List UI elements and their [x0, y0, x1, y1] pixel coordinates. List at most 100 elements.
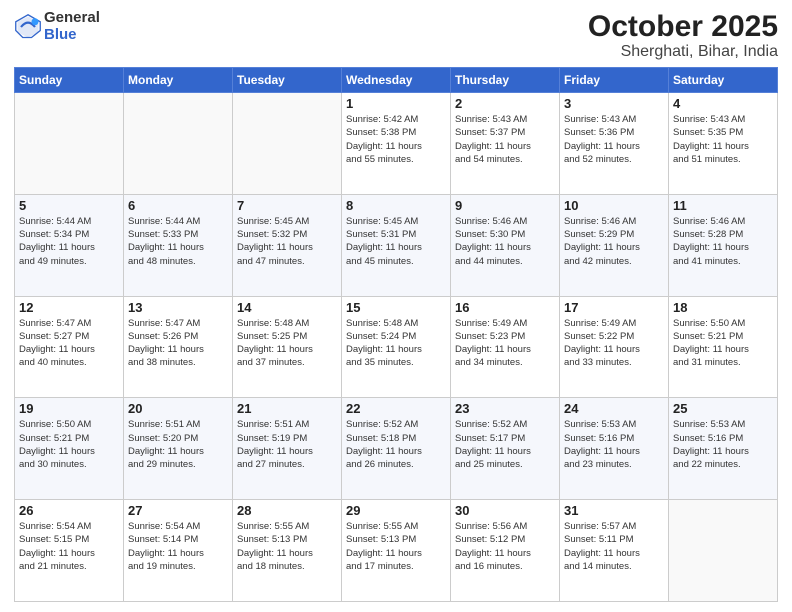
calendar-cell: 11 Sunrise: 5:46 AM Sunset: 5:28 PM Dayli…	[669, 194, 778, 296]
cell-day-number: 10	[564, 198, 664, 213]
cell-info: Sunrise: 5:44 AM Sunset: 5:34 PM Dayligh…	[19, 215, 119, 268]
day-of-week-sunday: Sunday	[15, 68, 124, 93]
cell-day-number: 22	[346, 401, 446, 416]
cell-day-number: 25	[673, 401, 773, 416]
calendar-cell: 10Sunrise: 5:46 AM Sunset: 5:29 PM Dayli…	[560, 194, 669, 296]
calendar-cell: 15 Sunrise: 5:48 AM Sunset: 5:24 PM Dayli…	[342, 296, 451, 398]
cell-day-number: 1	[346, 96, 446, 111]
logo-text: General Blue	[44, 10, 100, 43]
calendar-cell: 12Sunrise: 5:47 AM Sunset: 5:27 PM Dayli…	[15, 296, 124, 398]
calendar-cell: 18 Sunrise: 5:50 AM Sunset: 5:21 PM Dayli…	[669, 296, 778, 398]
cell-day-number: 21	[237, 401, 337, 416]
calendar-title: October 2025	[588, 10, 778, 43]
logo: General Blue	[14, 10, 100, 43]
day-of-week-saturday: Saturday	[669, 68, 778, 93]
cell-info: Sunrise: 5:48 AM Sunset: 5:25 PM Dayligh…	[237, 317, 337, 370]
cell-day-number: 14	[237, 300, 337, 315]
cell-day-number: 5	[19, 198, 119, 213]
calendar-cell: 14 Sunrise: 5:48 AM Sunset: 5:25 PM Dayli…	[233, 296, 342, 398]
calendar-cell: 28 Sunrise: 5:55 AM Sunset: 5:13 PM Dayli…	[233, 500, 342, 602]
cell-info: Sunrise: 5:45 AM Sunset: 5:31 PM Dayligh…	[346, 215, 446, 268]
day-of-week-thursday: Thursday	[451, 68, 560, 93]
cell-info: Sunrise: 5:53 AM Sunset: 5:16 PM Dayligh…	[564, 418, 664, 471]
cell-day-number: 8	[346, 198, 446, 213]
cell-day-number: 16	[455, 300, 555, 315]
days-of-week-row: SundayMondayTuesdayWednesdayThursdayFrid…	[15, 68, 778, 93]
cell-info: Sunrise: 5:50 AM Sunset: 5:21 PM Dayligh…	[673, 317, 773, 370]
calendar-week-4: 19Sunrise: 5:50 AM Sunset: 5:21 PM Dayli…	[15, 398, 778, 500]
calendar-table: SundayMondayTuesdayWednesdayThursdayFrid…	[14, 67, 778, 602]
cell-day-number: 24	[564, 401, 664, 416]
cell-info: Sunrise: 5:51 AM Sunset: 5:20 PM Dayligh…	[128, 418, 228, 471]
calendar-cell: 17Sunrise: 5:49 AM Sunset: 5:22 PM Dayli…	[560, 296, 669, 398]
calendar-cell: 3Sunrise: 5:43 AM Sunset: 5:36 PM Daylig…	[560, 93, 669, 195]
calendar-cell: 16 Sunrise: 5:49 AM Sunset: 5:23 PM Dayli…	[451, 296, 560, 398]
cell-day-number: 9	[455, 198, 555, 213]
calendar-cell: 9 Sunrise: 5:46 AM Sunset: 5:30 PM Daylig…	[451, 194, 560, 296]
cell-info: Sunrise: 5:51 AM Sunset: 5:19 PM Dayligh…	[237, 418, 337, 471]
cell-info: Sunrise: 5:57 AM Sunset: 5:11 PM Dayligh…	[564, 520, 664, 573]
cell-info: Sunrise: 5:55 AM Sunset: 5:13 PM Dayligh…	[346, 520, 446, 573]
calendar-cell: 19Sunrise: 5:50 AM Sunset: 5:21 PM Dayli…	[15, 398, 124, 500]
calendar-cell: 22 Sunrise: 5:52 AM Sunset: 5:18 PM Dayli…	[342, 398, 451, 500]
cell-day-number: 19	[19, 401, 119, 416]
cell-info: Sunrise: 5:53 AM Sunset: 5:16 PM Dayligh…	[673, 418, 773, 471]
page: General Blue October 2025 Sherghati, Bih…	[0, 0, 792, 612]
calendar-cell: 27Sunrise: 5:54 AM Sunset: 5:14 PM Dayli…	[124, 500, 233, 602]
cell-day-number: 30	[455, 503, 555, 518]
calendar-cell	[233, 93, 342, 195]
cell-info: Sunrise: 5:49 AM Sunset: 5:23 PM Dayligh…	[455, 317, 555, 370]
calendar-week-2: 5 Sunrise: 5:44 AM Sunset: 5:34 PM Daylig…	[15, 194, 778, 296]
calendar-week-1: 1 Sunrise: 5:42 AM Sunset: 5:38 PM Daylig…	[15, 93, 778, 195]
calendar-body: 1 Sunrise: 5:42 AM Sunset: 5:38 PM Daylig…	[15, 93, 778, 602]
cell-day-number: 28	[237, 503, 337, 518]
calendar-cell	[124, 93, 233, 195]
calendar-cell: 8 Sunrise: 5:45 AM Sunset: 5:31 PM Daylig…	[342, 194, 451, 296]
calendar-cell: 20 Sunrise: 5:51 AM Sunset: 5:20 PM Dayli…	[124, 398, 233, 500]
cell-info: Sunrise: 5:55 AM Sunset: 5:13 PM Dayligh…	[237, 520, 337, 573]
cell-info: Sunrise: 5:43 AM Sunset: 5:37 PM Dayligh…	[455, 113, 555, 166]
calendar-week-5: 26Sunrise: 5:54 AM Sunset: 5:15 PM Dayli…	[15, 500, 778, 602]
calendar-cell	[669, 500, 778, 602]
cell-day-number: 13	[128, 300, 228, 315]
cell-info: Sunrise: 5:42 AM Sunset: 5:38 PM Dayligh…	[346, 113, 446, 166]
calendar-cell: 4Sunrise: 5:43 AM Sunset: 5:35 PM Daylig…	[669, 93, 778, 195]
cell-day-number: 29	[346, 503, 446, 518]
cell-info: Sunrise: 5:52 AM Sunset: 5:17 PM Dayligh…	[455, 418, 555, 471]
logo-general-text: General	[44, 10, 100, 27]
cell-day-number: 23	[455, 401, 555, 416]
calendar-cell: 13Sunrise: 5:47 AM Sunset: 5:26 PM Dayli…	[124, 296, 233, 398]
day-of-week-friday: Friday	[560, 68, 669, 93]
cell-info: Sunrise: 5:54 AM Sunset: 5:14 PM Dayligh…	[128, 520, 228, 573]
cell-info: Sunrise: 5:46 AM Sunset: 5:28 PM Dayligh…	[673, 215, 773, 268]
calendar-cell: 5 Sunrise: 5:44 AM Sunset: 5:34 PM Daylig…	[15, 194, 124, 296]
calendar-header: SundayMondayTuesdayWednesdayThursdayFrid…	[15, 68, 778, 93]
cell-day-number: 26	[19, 503, 119, 518]
cell-info: Sunrise: 5:46 AM Sunset: 5:30 PM Dayligh…	[455, 215, 555, 268]
cell-day-number: 31	[564, 503, 664, 518]
calendar-cell: 30Sunrise: 5:56 AM Sunset: 5:12 PM Dayli…	[451, 500, 560, 602]
cell-day-number: 20	[128, 401, 228, 416]
cell-info: Sunrise: 5:48 AM Sunset: 5:24 PM Dayligh…	[346, 317, 446, 370]
cell-info: Sunrise: 5:47 AM Sunset: 5:27 PM Dayligh…	[19, 317, 119, 370]
calendar-cell: 26Sunrise: 5:54 AM Sunset: 5:15 PM Dayli…	[15, 500, 124, 602]
calendar-cell	[15, 93, 124, 195]
calendar-cell: 7Sunrise: 5:45 AM Sunset: 5:32 PM Daylig…	[233, 194, 342, 296]
cell-day-number: 4	[673, 96, 773, 111]
day-of-week-monday: Monday	[124, 68, 233, 93]
cell-info: Sunrise: 5:44 AM Sunset: 5:33 PM Dayligh…	[128, 215, 228, 268]
logo-icon	[14, 13, 42, 41]
cell-day-number: 18	[673, 300, 773, 315]
cell-info: Sunrise: 5:45 AM Sunset: 5:32 PM Dayligh…	[237, 215, 337, 268]
cell-day-number: 6	[128, 198, 228, 213]
day-of-week-wednesday: Wednesday	[342, 68, 451, 93]
cell-info: Sunrise: 5:52 AM Sunset: 5:18 PM Dayligh…	[346, 418, 446, 471]
day-of-week-tuesday: Tuesday	[233, 68, 342, 93]
cell-day-number: 3	[564, 96, 664, 111]
calendar-cell: 24 Sunrise: 5:53 AM Sunset: 5:16 PM Dayli…	[560, 398, 669, 500]
calendar-cell: 29 Sunrise: 5:55 AM Sunset: 5:13 PM Dayli…	[342, 500, 451, 602]
title-block: October 2025 Sherghati, Bihar, India	[588, 10, 778, 61]
cell-day-number: 11	[673, 198, 773, 213]
cell-info: Sunrise: 5:49 AM Sunset: 5:22 PM Dayligh…	[564, 317, 664, 370]
cell-day-number: 15	[346, 300, 446, 315]
